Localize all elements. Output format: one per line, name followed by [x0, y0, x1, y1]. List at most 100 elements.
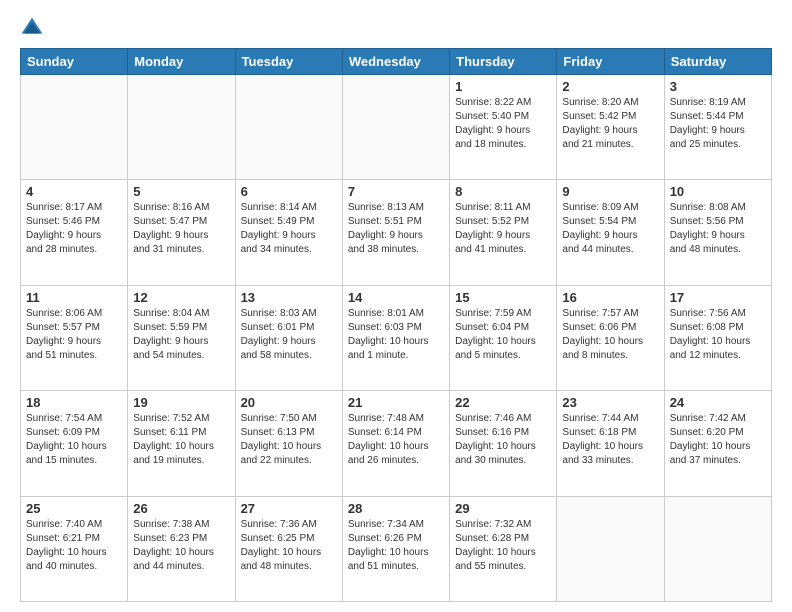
logo-icon — [20, 16, 44, 40]
calendar-cell: 13Sunrise: 8:03 AM Sunset: 6:01 PM Dayli… — [235, 285, 342, 390]
calendar-cell: 3 Sunrise: 8:19 AM Sunset: 5:44 PM Daylig… — [664, 75, 771, 180]
calendar-cell — [128, 75, 235, 180]
calendar-cell: 8Sunrise: 8:11 AM Sunset: 5:52 PM Daylig… — [450, 180, 557, 285]
day-number: 23 — [562, 395, 658, 410]
logo — [20, 16, 48, 40]
day-info: Sunrise: 8:13 AM Sunset: 5:51 PM Dayligh… — [348, 201, 444, 257]
day-number: 15 — [455, 290, 551, 305]
day-info: Sunrise: 7:48 AM Sunset: 6:14 PM Dayligh… — [348, 412, 444, 468]
day-info: Sunrise: 8:04 AM Sunset: 5:59 PM Dayligh… — [133, 307, 229, 363]
day-info: Sunrise: 7:54 AM Sunset: 6:09 PM Dayligh… — [26, 412, 122, 468]
day-number: 27 — [241, 501, 337, 516]
day-number: 10 — [670, 184, 766, 199]
day-number: 18 — [26, 395, 122, 410]
day-info: Sunrise: 8:20 AM Sunset: 5:42 PM Dayligh… — [562, 96, 658, 152]
day-number: 20 — [241, 395, 337, 410]
day-info: Sunrise: 7:46 AM Sunset: 6:16 PM Dayligh… — [455, 412, 551, 468]
weekday-header-thursday: Thursday — [450, 49, 557, 75]
day-info: Sunrise: 7:59 AM Sunset: 6:04 PM Dayligh… — [455, 307, 551, 363]
day-number: 13 — [241, 290, 337, 305]
calendar-cell: 25 Sunrise: 7:40 AM Sunset: 6:21 PM Dayli… — [21, 496, 128, 601]
calendar-cell: 1 Sunrise: 8:22 AM Sunset: 5:40 PM Daylig… — [450, 75, 557, 180]
day-info: Sunrise: 7:44 AM Sunset: 6:18 PM Dayligh… — [562, 412, 658, 468]
top-section — [20, 16, 772, 40]
calendar-cell: 11 Sunrise: 8:06 AM Sunset: 5:57 PM Dayli… — [21, 285, 128, 390]
day-number: 5 — [133, 184, 229, 199]
day-info: Sunrise: 7:32 AM Sunset: 6:28 PM Dayligh… — [455, 518, 551, 574]
calendar-cell — [557, 496, 664, 601]
calendar-cell: 23 Sunrise: 7:44 AM Sunset: 6:18 PM Dayli… — [557, 391, 664, 496]
calendar-cell — [21, 75, 128, 180]
day-number: 3 — [670, 79, 766, 94]
calendar-cell: 28 Sunrise: 7:34 AM Sunset: 6:26 PM Dayli… — [342, 496, 449, 601]
day-number: 14 — [348, 290, 444, 305]
day-number: 12 — [133, 290, 229, 305]
calendar-week-5: 25 Sunrise: 7:40 AM Sunset: 6:21 PM Dayli… — [21, 496, 772, 601]
day-number: 26 — [133, 501, 229, 516]
day-number: 21 — [348, 395, 444, 410]
weekday-header-wednesday: Wednesday — [342, 49, 449, 75]
day-number: 19 — [133, 395, 229, 410]
calendar-cell — [235, 75, 342, 180]
calendar-cell: 21 Sunrise: 7:48 AM Sunset: 6:14 PM Dayli… — [342, 391, 449, 496]
calendar-cell: 4Sunrise: 8:17 AM Sunset: 5:46 PM Daylig… — [21, 180, 128, 285]
calendar-cell: 14 Sunrise: 8:01 AM Sunset: 6:03 PM Dayli… — [342, 285, 449, 390]
day-info: Sunrise: 7:57 AM Sunset: 6:06 PM Dayligh… — [562, 307, 658, 363]
day-info: Sunrise: 8:19 AM Sunset: 5:44 PM Dayligh… — [670, 96, 766, 152]
day-info: Sunrise: 8:08 AM Sunset: 5:56 PM Dayligh… — [670, 201, 766, 257]
calendar-cell: 15 Sunrise: 7:59 AM Sunset: 6:04 PM Dayli… — [450, 285, 557, 390]
calendar-cell — [342, 75, 449, 180]
day-number: 2 — [562, 79, 658, 94]
calendar-cell: 27 Sunrise: 7:36 AM Sunset: 6:25 PM Dayli… — [235, 496, 342, 601]
weekday-header-monday: Monday — [128, 49, 235, 75]
day-number: 28 — [348, 501, 444, 516]
day-info: Sunrise: 8:17 AM Sunset: 5:46 PM Dayligh… — [26, 201, 122, 257]
calendar-table: SundayMondayTuesdayWednesdayThursdayFrid… — [20, 48, 772, 602]
calendar-week-1: 1 Sunrise: 8:22 AM Sunset: 5:40 PM Daylig… — [21, 75, 772, 180]
weekday-header-friday: Friday — [557, 49, 664, 75]
weekday-header-tuesday: Tuesday — [235, 49, 342, 75]
calendar-cell: 12 Sunrise: 8:04 AM Sunset: 5:59 PM Dayli… — [128, 285, 235, 390]
day-info: Sunrise: 7:40 AM Sunset: 6:21 PM Dayligh… — [26, 518, 122, 574]
calendar-cell: 9Sunrise: 8:09 AM Sunset: 5:54 PM Daylig… — [557, 180, 664, 285]
day-info: Sunrise: 8:06 AM Sunset: 5:57 PM Dayligh… — [26, 307, 122, 363]
calendar-week-4: 18 Sunrise: 7:54 AM Sunset: 6:09 PM Dayli… — [21, 391, 772, 496]
day-number: 6 — [241, 184, 337, 199]
calendar-cell: 10 Sunrise: 8:08 AM Sunset: 5:56 PM Dayli… — [664, 180, 771, 285]
day-info: Sunrise: 7:50 AM Sunset: 6:13 PM Dayligh… — [241, 412, 337, 468]
day-info: Sunrise: 7:34 AM Sunset: 6:26 PM Dayligh… — [348, 518, 444, 574]
calendar-cell: 7Sunrise: 8:13 AM Sunset: 5:51 PM Daylig… — [342, 180, 449, 285]
day-info: Sunrise: 8:22 AM Sunset: 5:40 PM Dayligh… — [455, 96, 551, 152]
day-number: 22 — [455, 395, 551, 410]
day-info: Sunrise: 8:16 AM Sunset: 5:47 PM Dayligh… — [133, 201, 229, 257]
day-info: Sunrise: 8:11 AM Sunset: 5:52 PM Dayligh… — [455, 201, 551, 257]
day-number: 1 — [455, 79, 551, 94]
calendar-cell: 2 Sunrise: 8:20 AM Sunset: 5:42 PM Daylig… — [557, 75, 664, 180]
weekday-header-sunday: Sunday — [21, 49, 128, 75]
day-info: Sunrise: 8:01 AM Sunset: 6:03 PM Dayligh… — [348, 307, 444, 363]
day-info: Sunrise: 7:52 AM Sunset: 6:11 PM Dayligh… — [133, 412, 229, 468]
calendar-cell: 5 Sunrise: 8:16 AM Sunset: 5:47 PM Daylig… — [128, 180, 235, 285]
day-number: 17 — [670, 290, 766, 305]
calendar-cell: 17 Sunrise: 7:56 AM Sunset: 6:08 PM Dayli… — [664, 285, 771, 390]
calendar-cell: 24Sunrise: 7:42 AM Sunset: 6:20 PM Dayli… — [664, 391, 771, 496]
calendar-header-row: SundayMondayTuesdayWednesdayThursdayFrid… — [21, 49, 772, 75]
calendar-cell: 22 Sunrise: 7:46 AM Sunset: 6:16 PM Dayli… — [450, 391, 557, 496]
calendar-cell: 18 Sunrise: 7:54 AM Sunset: 6:09 PM Dayli… — [21, 391, 128, 496]
calendar-cell: 6Sunrise: 8:14 AM Sunset: 5:49 PM Daylig… — [235, 180, 342, 285]
day-number: 11 — [26, 290, 122, 305]
calendar-cell: 20 Sunrise: 7:50 AM Sunset: 6:13 PM Dayli… — [235, 391, 342, 496]
day-number: 25 — [26, 501, 122, 516]
calendar-cell: 26 Sunrise: 7:38 AM Sunset: 6:23 PM Dayli… — [128, 496, 235, 601]
weekday-header-saturday: Saturday — [664, 49, 771, 75]
day-info: Sunrise: 7:56 AM Sunset: 6:08 PM Dayligh… — [670, 307, 766, 363]
calendar-cell: 19 Sunrise: 7:52 AM Sunset: 6:11 PM Dayli… — [128, 391, 235, 496]
calendar-week-3: 11 Sunrise: 8:06 AM Sunset: 5:57 PM Dayli… — [21, 285, 772, 390]
calendar-cell: 29 Sunrise: 7:32 AM Sunset: 6:28 PM Dayli… — [450, 496, 557, 601]
calendar-cell — [664, 496, 771, 601]
day-info: Sunrise: 7:38 AM Sunset: 6:23 PM Dayligh… — [133, 518, 229, 574]
day-info: Sunrise: 7:36 AM Sunset: 6:25 PM Dayligh… — [241, 518, 337, 574]
day-number: 29 — [455, 501, 551, 516]
day-number: 9 — [562, 184, 658, 199]
calendar-week-2: 4Sunrise: 8:17 AM Sunset: 5:46 PM Daylig… — [21, 180, 772, 285]
